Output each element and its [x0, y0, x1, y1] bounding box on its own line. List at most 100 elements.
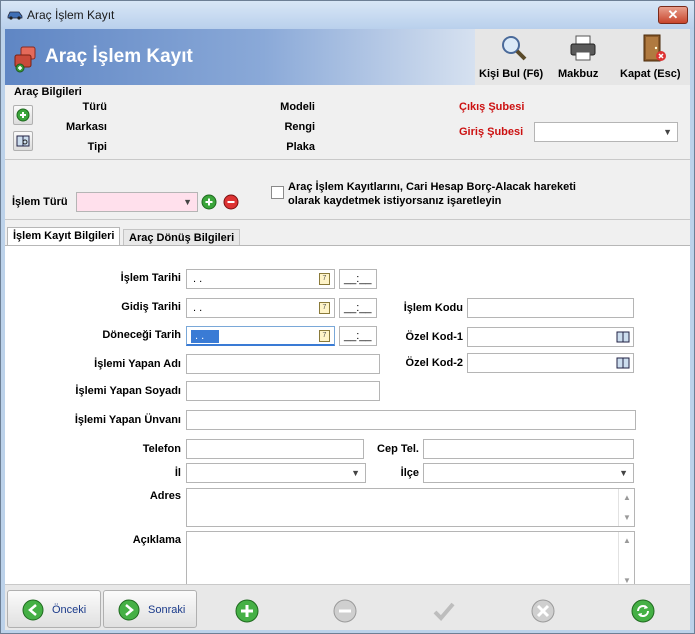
find-person-label: Kişi Bul (F6)	[479, 68, 544, 80]
islem-tarihi-time[interactable]: __:__	[339, 269, 377, 289]
previous-label: Önceki	[52, 604, 87, 616]
ozel-kod2-input[interactable]	[467, 353, 634, 373]
previous-button[interactable]: Önceki	[7, 590, 101, 628]
plaka-label: Plaka	[286, 141, 315, 153]
header-bar: Araç İşlem Kayıt Kişi Bul (F6) Makbuz Ka…	[5, 29, 690, 85]
yapan-soyadi-input[interactable]	[186, 381, 380, 401]
donecegi-tarih-value: . .	[191, 330, 219, 343]
turu-label: Türü	[82, 101, 107, 113]
cari-hesap-checkbox[interactable]	[271, 186, 284, 199]
scroll-up-icon[interactable]: ▲	[623, 493, 631, 502]
add-icon[interactable]	[235, 599, 259, 623]
book-lookup-icon[interactable]	[616, 330, 630, 344]
scroll-down-icon[interactable]: ▼	[623, 513, 631, 522]
gidis-tarihi-time[interactable]: __:__	[339, 298, 377, 318]
donecegi-tarih-time[interactable]: __:__	[339, 326, 377, 346]
telefon-label: Telefon	[142, 443, 181, 455]
calendar-icon[interactable]: 7	[319, 273, 330, 285]
vehicle-section-title: Araç Bilgileri	[14, 86, 82, 98]
book-lookup-icon[interactable]	[616, 356, 630, 370]
find-person-button[interactable]: Kişi Bul (F6)	[479, 33, 549, 80]
donecegi-tarih-time-value: __:__	[344, 330, 372, 342]
printer-icon	[570, 35, 596, 61]
book-lookup-icon	[16, 135, 30, 147]
next-label: Sonraki	[148, 604, 186, 616]
footer-bar: Önceki Sonraki	[5, 584, 690, 630]
client-area: Araç İşlem Kayıt Kişi Bul (F6) Makbuz Ka…	[5, 29, 690, 630]
chevron-down-icon: ▼	[183, 197, 192, 207]
chevron-down-icon: ▼	[619, 468, 628, 478]
scrollbar[interactable]: ▲ ▼	[618, 489, 634, 526]
refresh-icon[interactable]	[631, 599, 655, 623]
islem-kodu-input[interactable]	[467, 298, 634, 318]
arrow-right-icon	[118, 599, 140, 621]
yapan-adi-input[interactable]	[186, 354, 380, 374]
window-title: Araç İşlem Kayıt	[27, 8, 115, 22]
cancel-icon[interactable]	[531, 599, 555, 623]
modeli-label: Modeli	[280, 101, 315, 113]
exit-door-icon	[643, 34, 666, 62]
arrow-left-icon	[22, 599, 44, 621]
islem-tarihi-input[interactable]: . . 7	[186, 269, 335, 289]
ozel-kod1-label: Özel Kod-1	[405, 331, 463, 343]
cikis-subesi-label: Çıkış Şubesi	[459, 101, 525, 113]
checkmark-icon[interactable]	[432, 599, 456, 623]
telefon-input[interactable]	[186, 439, 364, 459]
giris-subesi-label: Giriş Şubesi	[459, 126, 524, 138]
islem-turu-label: İşlem Türü	[12, 196, 68, 208]
aciklama-label: Açıklama	[132, 534, 181, 546]
vehicle-lookup-button[interactable]	[13, 131, 33, 151]
donecegi-tarih-label: Döneceği Tarih	[102, 329, 181, 341]
scrollbar[interactable]: ▲ ▼	[618, 532, 634, 589]
add-vehicle-button[interactable]	[13, 105, 33, 125]
yapan-unvani-input[interactable]	[186, 410, 636, 430]
tab-islem-kayit-bilgileri[interactable]: İşlem Kayıt Bilgileri	[7, 227, 121, 246]
scroll-up-icon[interactable]: ▲	[623, 536, 631, 545]
giris-subesi-select[interactable]: ▼	[534, 122, 678, 142]
adres-textarea[interactable]: ▲ ▼	[186, 488, 635, 527]
gidis-tarihi-value: . .	[193, 302, 203, 314]
calendar-icon[interactable]: 7	[319, 330, 330, 342]
divider	[5, 219, 690, 220]
yapan-soyadi-label: İşlemi Yapan Soyadı	[75, 385, 181, 397]
title-bar: Araç İşlem Kayıt ✕	[1, 1, 694, 29]
checkbox-text-line2: olarak kaydetmek istiyorsanız işaretleyi…	[288, 195, 502, 207]
il-select[interactable]: ▼	[186, 463, 366, 483]
ozel-kod2-label: Özel Kod-2	[405, 357, 463, 369]
ilce-select[interactable]: ▼	[423, 463, 634, 483]
car-transfer-icon	[14, 46, 36, 73]
car-icon	[7, 11, 23, 20]
gidis-tarihi-input[interactable]: . . 7	[186, 298, 335, 318]
gidis-tarihi-label: Gidiş Tarihi	[121, 301, 181, 313]
magnifier-icon	[502, 36, 527, 61]
gidis-tarihi-time-value: __:__	[344, 302, 372, 314]
ozel-kod1-input[interactable]	[467, 327, 634, 347]
donecegi-tarih-input[interactable]: . . 7	[186, 326, 335, 346]
app-window: Araç İşlem Kayıt ✕ Araç İşlem Kayıt Kişi	[0, 0, 695, 634]
yapan-unvani-label: İşlemi Yapan Ünvanı	[74, 414, 181, 426]
close-window-button[interactable]: ✕	[658, 6, 688, 24]
close-label: Kapat (Esc)	[620, 68, 681, 80]
islem-tarihi-time-value: __:__	[344, 273, 372, 285]
close-button[interactable]: Kapat (Esc)	[620, 33, 686, 80]
next-button[interactable]: Sonraki	[103, 590, 197, 628]
receipt-button[interactable]: Makbuz	[558, 33, 608, 80]
tab-panel: İşlem Tarihi . . 7 __:__ Gidiş Tarihi . …	[5, 245, 690, 590]
calendar-icon[interactable]: 7	[319, 302, 330, 314]
cep-tel-input[interactable]	[423, 439, 634, 459]
remove-icon[interactable]	[333, 599, 357, 623]
cep-tel-label: Cep Tel.	[377, 443, 419, 455]
remove-islem-turu-icon[interactable]	[223, 194, 239, 210]
checkbox-text-line1: Araç İşlem Kayıtlarını, Cari Hesap Borç-…	[288, 181, 576, 193]
islem-turu-select[interactable]: ▼	[76, 192, 198, 212]
aciklama-textarea[interactable]: ▲ ▼	[186, 531, 635, 590]
islem-tarihi-label: İşlem Tarihi	[120, 272, 181, 284]
divider	[5, 159, 690, 160]
rengi-label: Rengi	[284, 121, 315, 133]
markasi-label: Markası	[66, 121, 107, 133]
chevron-down-icon: ▼	[663, 127, 672, 137]
adres-label: Adres	[149, 490, 181, 502]
tab-arac-donus-bilgileri[interactable]: Araç Dönüş Bilgileri	[123, 229, 241, 245]
islem-kodu-label: İşlem Kodu	[403, 302, 463, 314]
add-islem-turu-icon[interactable]	[201, 194, 217, 210]
